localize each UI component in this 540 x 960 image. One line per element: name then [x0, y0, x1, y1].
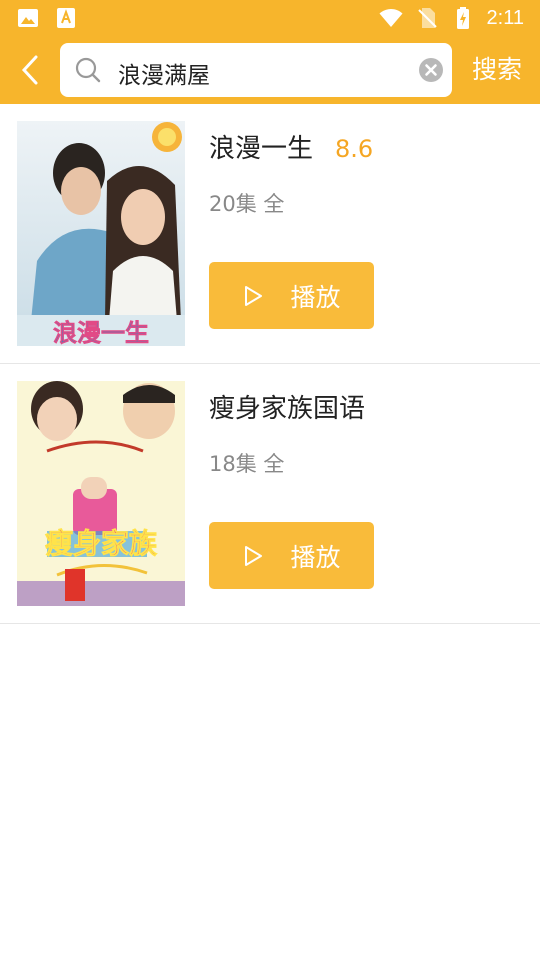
item-title[interactable]: 浪漫一生 [209, 128, 313, 165]
status-time: 2:11 [486, 6, 524, 29]
poster-title: 浪漫一生 [53, 319, 149, 346]
item-episodes: 18集 全 [209, 452, 285, 476]
poster-art: 浪漫一生 [17, 121, 185, 346]
status-right: 2:11 [379, 6, 524, 30]
search-query[interactable]: 浪漫满屋 [118, 56, 210, 90]
back-button[interactable] [8, 46, 52, 94]
title-row: 瘦身家族国语 [209, 388, 387, 425]
item-title[interactable]: 瘦身家族国语 [209, 388, 365, 425]
result-list: 浪漫一生 浪漫一生 8.6 20集 全 播放 瘦身家族 瘦身家族国语 18集 全… [0, 104, 540, 624]
search-button[interactable]: 搜索 [462, 51, 532, 89]
status-bar: 2:11 [0, 0, 540, 36]
status-left [16, 6, 78, 30]
search-input[interactable]: 浪漫满屋 [60, 43, 452, 97]
item-score: 8.6 [335, 135, 374, 163]
font-download-icon [57, 8, 75, 28]
play-label: 播放 [290, 542, 341, 572]
list-item[interactable]: 浪漫一生 浪漫一生 8.6 20集 全 播放 [0, 104, 540, 364]
play-icon [245, 545, 263, 566]
back-chevron-icon [21, 55, 38, 85]
image-icon [18, 9, 38, 27]
list-item[interactable]: 瘦身家族 瘦身家族国语 18集 全 播放 [0, 364, 540, 624]
clear-icon[interactable] [418, 57, 444, 83]
search-icon [75, 57, 101, 83]
no-sim-icon [417, 8, 437, 28]
play-label: 播放 [290, 282, 341, 312]
play-button[interactable]: 播放 [209, 522, 374, 589]
title-row: 浪漫一生 8.6 [209, 128, 373, 165]
battery-charging-icon [456, 7, 469, 29]
item-episodes: 20集 全 [209, 192, 285, 216]
play-icon [245, 285, 263, 306]
poster-image[interactable]: 浪漫一生 [17, 121, 185, 346]
wifi-icon [379, 9, 403, 27]
poster-title: 瘦身家族 [45, 527, 158, 560]
poster-image[interactable]: 瘦身家族 [17, 381, 185, 606]
play-button[interactable]: 播放 [209, 262, 374, 329]
search-header: 浪漫满屋 搜索 [0, 36, 540, 104]
poster-art: 瘦身家族 [17, 381, 185, 606]
